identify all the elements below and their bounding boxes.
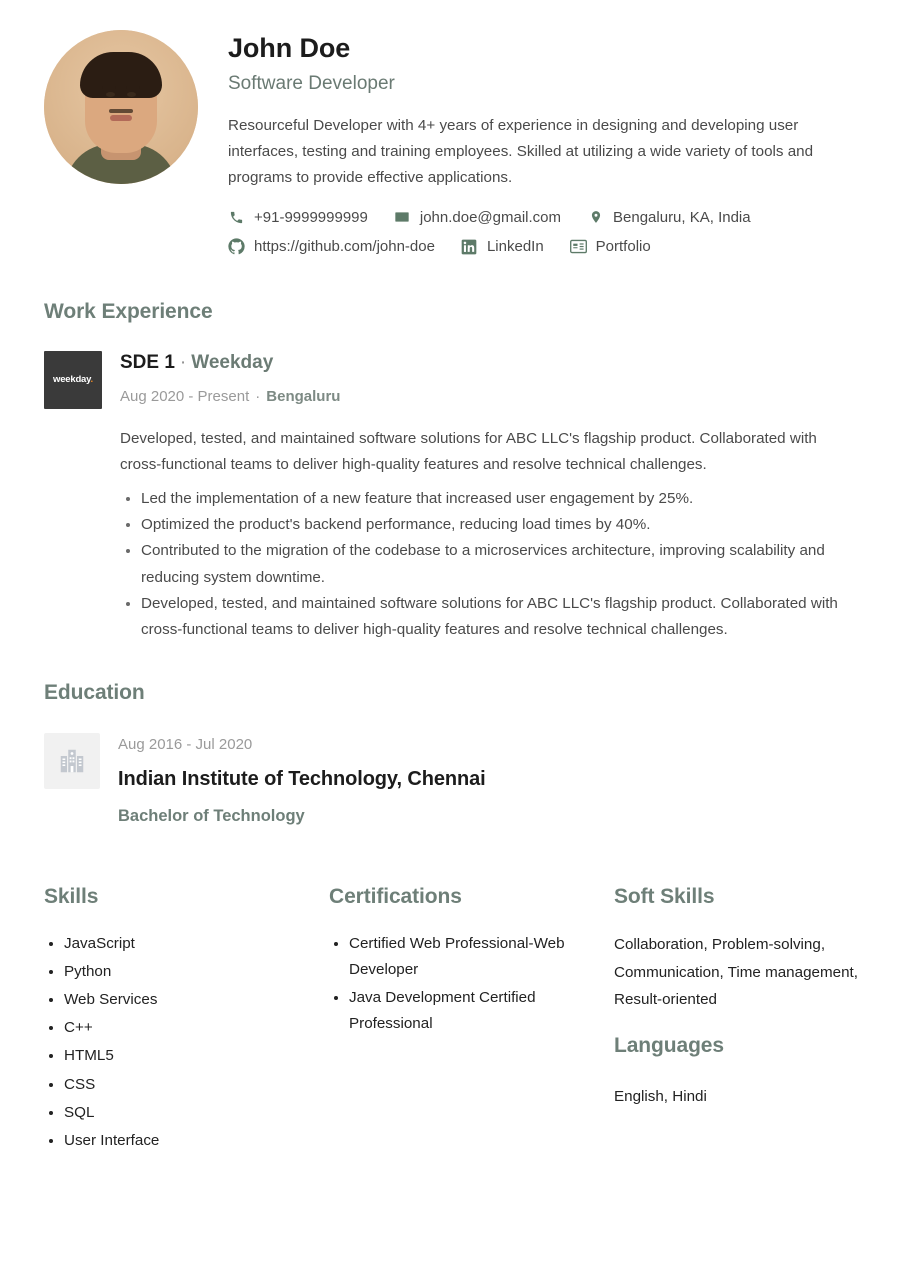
certifications-list-item: Certified Web Professional-Web Developer xyxy=(349,931,614,983)
education-entry-body: Aug 2016 - Jul 2020 Indian Institute of … xyxy=(118,733,486,827)
company-logo-dot: . xyxy=(90,374,94,386)
education-school: Indian Institute of Technology, Chennai xyxy=(118,768,486,791)
phone-icon xyxy=(228,209,245,226)
soft-skills-languages-column: Soft Skills Collaboration, Problem-solvi… xyxy=(614,884,858,1110)
company-logo: weekday. xyxy=(44,350,102,409)
contact-block: +91-9999999999 john.doe@gmail.com Bengal… xyxy=(228,208,858,257)
education-section: Education Aug 2016 - Jul 2020 Indian Ins… xyxy=(44,680,858,826)
skills-list-item: SQL xyxy=(64,1100,329,1126)
bottom-columns: Skills JavaScript Python Web Services C+… xyxy=(44,884,858,1156)
work-description: Developed, tested, and maintained softwa… xyxy=(120,430,817,474)
contact-row-links: https://github.com/john-doe LinkedIn Por… xyxy=(228,237,858,257)
skills-list-item: Python xyxy=(64,959,329,985)
avatar-moustache xyxy=(109,109,133,114)
skills-list-item: Web Services xyxy=(64,987,329,1013)
work-bullet-item: Led the implementation of a new feature … xyxy=(126,486,858,512)
certifications-list-item: Java Development Certified Professional xyxy=(349,985,614,1037)
contact-linkedin[interactable]: LinkedIn xyxy=(461,237,544,257)
education-degree: Bachelor of Technology xyxy=(118,807,305,826)
soft-skills-heading: Soft Skills xyxy=(614,884,715,908)
github-icon xyxy=(228,238,245,255)
avatar-eyebrow-left xyxy=(101,86,116,90)
education-dates: Aug 2016 - Jul 2020 xyxy=(118,735,253,753)
work-dates: Aug 2020 - Present xyxy=(120,387,250,405)
avatar-eyebrow-right xyxy=(126,86,141,90)
languages-heading: Languages xyxy=(614,1033,724,1057)
email-icon xyxy=(394,209,411,226)
work-entry-body: SDE 1 · Weekday Aug 2020 - Present · Bengalu… xyxy=(120,351,858,644)
avatar-eye-left xyxy=(105,91,115,97)
certifications-heading: Certifications xyxy=(329,884,462,908)
certifications-list: Certified Web Professional-Web Developer… xyxy=(329,931,614,1038)
soft-skills-text: Collaboration, Problem-solving, Communic… xyxy=(614,935,858,1009)
contact-phone-text: +91-9999999999 xyxy=(254,208,368,226)
education-logo xyxy=(44,732,100,789)
work-meta-line: Aug 2020 - Present · Bengaluru xyxy=(120,387,858,407)
work-experience-section: Work Experience weekday. SDE 1 · Weekday A… xyxy=(44,299,858,644)
avatar xyxy=(44,30,198,184)
avatar-hair xyxy=(80,51,162,98)
header-main: John Doe Software Developer Resourceful … xyxy=(228,22,858,267)
skills-heading: Skills xyxy=(44,884,99,908)
resume-header: John Doe Software Developer Resourceful … xyxy=(44,22,858,267)
skills-list-item: C++ xyxy=(64,1015,329,1041)
contact-row-primary: +91-9999999999 john.doe@gmail.com Bengal… xyxy=(228,208,858,228)
contact-location: Bengaluru, KA, India xyxy=(587,208,751,228)
work-bullet-item: Developed, tested, and maintained softwa… xyxy=(126,591,858,644)
company-logo-text: weekday. xyxy=(53,374,93,385)
skills-list-item: User Interface xyxy=(64,1128,329,1154)
building-icon xyxy=(57,746,87,776)
work-meta-separator: · xyxy=(255,387,261,405)
contact-email-text: john.doe@gmail.com xyxy=(419,208,562,226)
candidate-title: Software Developer xyxy=(228,73,395,95)
avatar-wrapper xyxy=(44,30,198,184)
company-logo-name: weekday xyxy=(53,374,91,386)
work-location: Bengaluru xyxy=(266,387,341,405)
work-entry: weekday. SDE 1 · Weekday Aug 2020 - Presen… xyxy=(44,350,858,644)
certifications-section: Certifications Certified Web Professiona… xyxy=(329,884,614,1040)
contact-portfolio-text: Portfolio xyxy=(595,238,651,256)
contact-location-text: Bengaluru, KA, India xyxy=(613,208,751,226)
skills-list-item: HTML5 xyxy=(64,1043,329,1069)
work-company-name: Weekday xyxy=(191,351,274,373)
work-bullet-item: Contributed to the migration of the code… xyxy=(126,538,858,591)
contact-linkedin-text: LinkedIn xyxy=(486,238,544,256)
skills-list-item: CSS xyxy=(64,1072,329,1098)
avatar-mouth xyxy=(110,114,132,121)
candidate-name: John Doe xyxy=(228,33,351,63)
skills-list: JavaScript Python Web Services C++ HTML5… xyxy=(44,931,329,1154)
linkedin-icon xyxy=(461,238,478,255)
candidate-summary: Resourceful Developer with 4+ years of e… xyxy=(228,117,814,187)
location-pin-icon xyxy=(587,209,604,226)
contact-email[interactable]: john.doe@gmail.com xyxy=(394,208,561,228)
skills-section: Skills JavaScript Python Web Services C+… xyxy=(44,884,329,1156)
contact-portfolio[interactable]: Portfolio xyxy=(569,237,651,257)
education-heading: Education xyxy=(44,681,145,705)
work-role-line: SDE 1 · Weekday xyxy=(120,351,858,375)
work-experience-heading: Work Experience xyxy=(44,299,213,323)
skills-list-item: JavaScript xyxy=(64,931,329,957)
work-role-title: SDE 1 xyxy=(120,351,175,373)
avatar-eye-right xyxy=(127,91,137,97)
work-bullet-list: Led the implementation of a new feature … xyxy=(120,486,858,644)
languages-text: English, Hindi xyxy=(614,1088,707,1106)
work-bullet-item: Optimized the product's backend performa… xyxy=(126,512,858,538)
portfolio-card-icon xyxy=(569,238,587,255)
education-entry: Aug 2016 - Jul 2020 Indian Institute of … xyxy=(44,732,858,827)
contact-github-text: https://github.com/john-doe xyxy=(254,238,435,256)
contact-github[interactable]: https://github.com/john-doe xyxy=(228,237,435,257)
work-role-separator: · xyxy=(179,351,187,373)
contact-phone[interactable]: +91-9999999999 xyxy=(228,208,368,228)
resume-page: John Doe Software Developer Resourceful … xyxy=(0,0,902,1284)
